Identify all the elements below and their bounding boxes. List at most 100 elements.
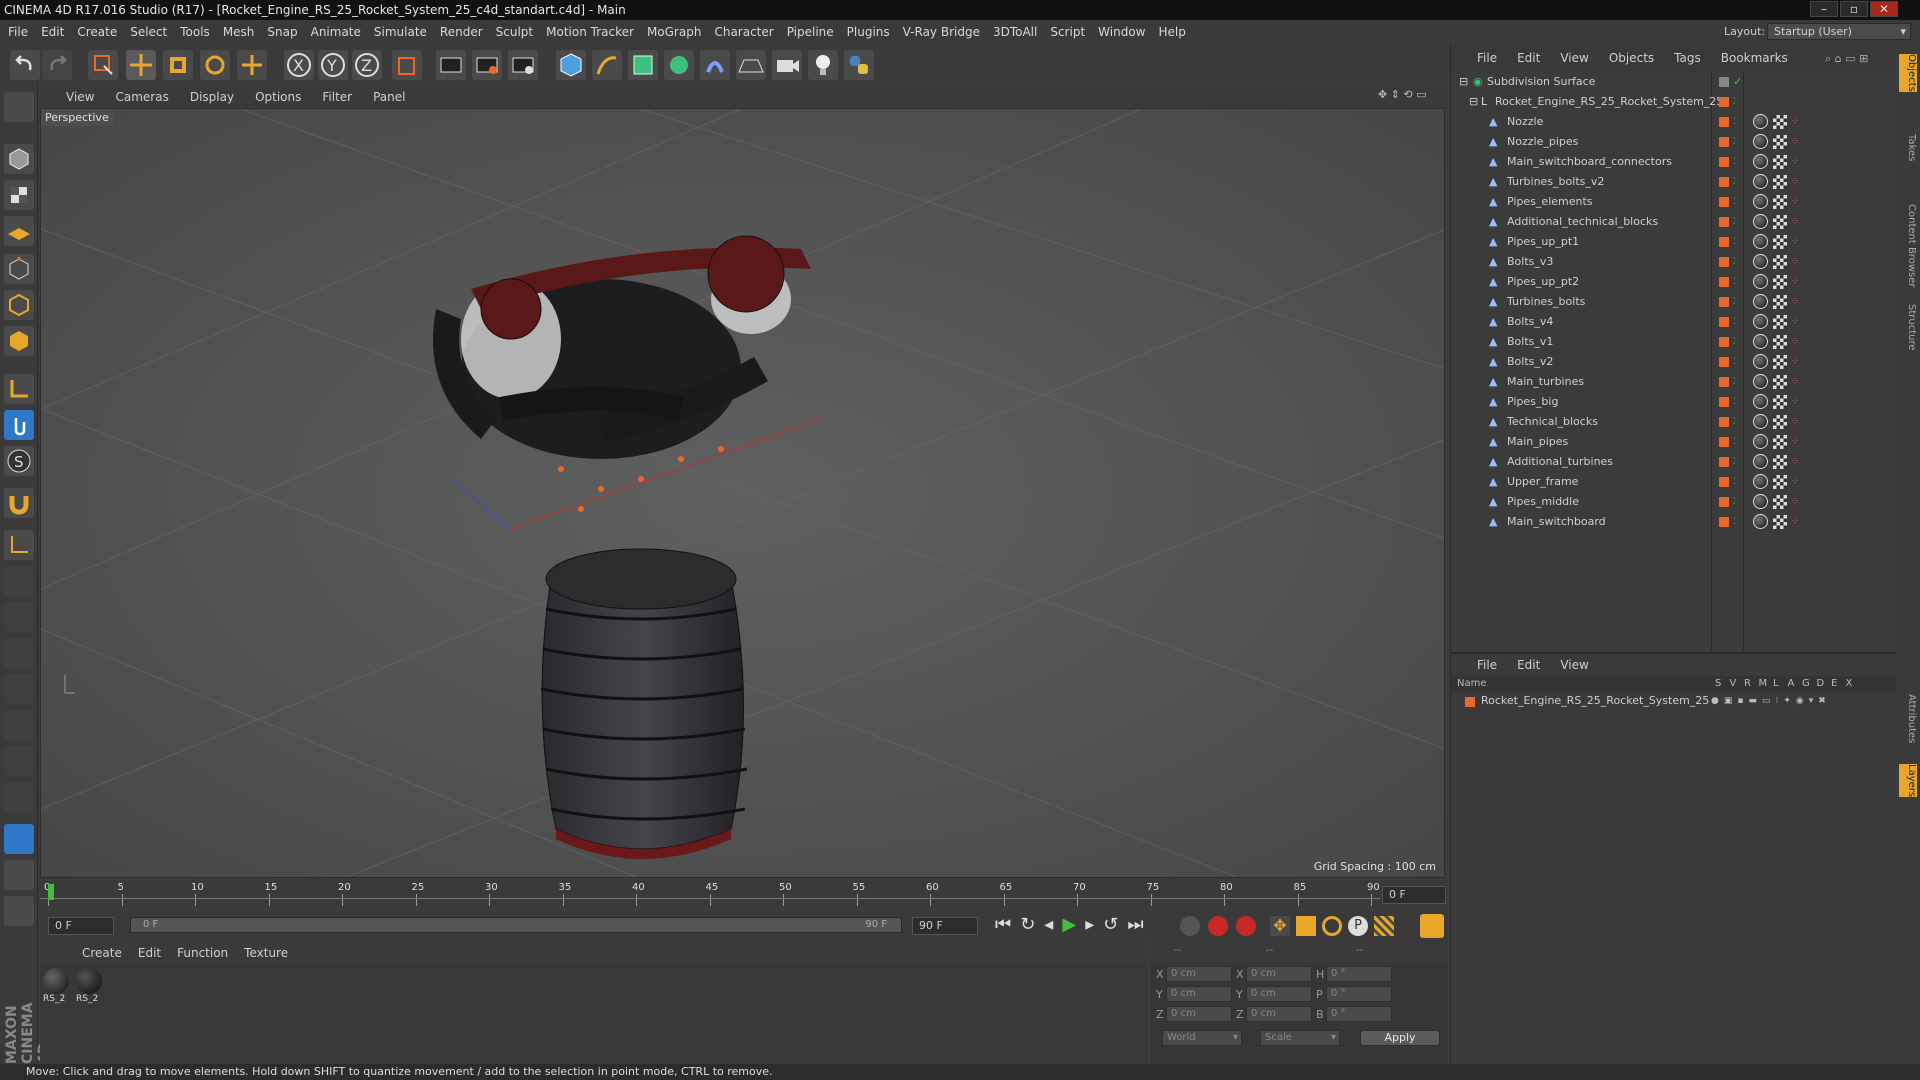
visibility-dots-icon[interactable]: ⁚ [1733, 192, 1736, 212]
object-row[interactable]: ▲ Additional_technical_blocks ⁚ ⁘ [1451, 212, 1897, 232]
viewport-nav-icons[interactable]: ✥ ⇕ ⟲ ▭ [1378, 88, 1427, 101]
texture-tag-icon[interactable] [1773, 515, 1787, 529]
material-tag-icon[interactable] [1753, 314, 1768, 329]
material-tag-icon[interactable] [1753, 454, 1768, 469]
layer-color-swatch[interactable] [1719, 357, 1729, 367]
menu-help[interactable]: Help [1158, 25, 1185, 39]
maximize-button[interactable]: ▫ [1840, 1, 1868, 17]
texture-tag-icon[interactable] [1773, 195, 1787, 209]
texture-tag-icon[interactable] [1773, 335, 1787, 349]
object-menu-file[interactable]: File [1477, 51, 1497, 65]
dots-tag-icon[interactable]: ⁘ [1791, 252, 1799, 272]
texture-tag-icon[interactable] [1773, 255, 1787, 269]
play-icon[interactable]: ▶ [1062, 914, 1085, 935]
object-row-root[interactable]: ⊟ ◉ Subdivision Surface ✓ [1451, 72, 1897, 92]
side-tab-content-browser[interactable]: Content Browser [1899, 204, 1917, 287]
layer-color-swatch[interactable] [1719, 137, 1729, 147]
polygons-mode-icon[interactable] [4, 326, 34, 356]
layer-color-swatch[interactable] [1719, 477, 1729, 487]
layer-color-swatch[interactable] [1719, 517, 1729, 527]
go-to-end-icon[interactable]: ⏭ [1127, 914, 1152, 935]
autokey-icon[interactable] [1236, 916, 1256, 936]
menu-window[interactable]: Window [1098, 25, 1145, 39]
dots-tag-icon[interactable]: ⁘ [1791, 412, 1799, 432]
coord-value-field[interactable]: 0 cm [1166, 1006, 1232, 1022]
layer-flag-d[interactable]: D [1817, 678, 1825, 689]
object-row[interactable]: ▲ Main_switchboard ⁚ ⁘ [1451, 512, 1897, 532]
edges-mode-icon[interactable] [4, 290, 34, 320]
menu-select[interactable]: Select [130, 25, 167, 39]
spiral-icon[interactable] [4, 860, 34, 890]
visibility-dots-icon[interactable]: ⁚ [1733, 232, 1736, 252]
visibility-dots-icon[interactable]: ⁚ [1733, 452, 1736, 472]
enabled-check-icon[interactable]: ✓ [1733, 72, 1742, 92]
material-menu-texture[interactable]: Texture [244, 946, 288, 960]
coord-value-field[interactable]: 0 cm [1166, 966, 1232, 982]
dots-tag-icon[interactable]: ⁘ [1791, 232, 1799, 252]
visibility-dots-icon[interactable]: ⁚ [1733, 392, 1736, 412]
layout-dropdown[interactable]: Startup (User) ▾ [1767, 23, 1911, 40]
texture-tag-icon[interactable] [1773, 455, 1787, 469]
side-tab-layers[interactable]: Layers [1899, 764, 1917, 798]
texture-tag-icon[interactable] [1773, 415, 1787, 429]
object-row[interactable]: ▲ Main_pipes ⁚ ⁘ [1451, 432, 1897, 452]
visibility-dots-icon[interactable]: ⁚ [1733, 252, 1736, 272]
menu-render[interactable]: Render [440, 25, 483, 39]
keyframe-param-icon[interactable]: P [1348, 916, 1368, 936]
menu-mesh[interactable]: Mesh [223, 25, 255, 39]
visibility-dots-icon[interactable]: ⁚ [1733, 92, 1736, 112]
keyframe-pla-icon[interactable] [1374, 916, 1394, 936]
layer-color-swatch[interactable] [1719, 217, 1729, 227]
bridge-tool-icon[interactable] [4, 782, 34, 812]
dots-tag-icon[interactable]: ⁘ [1791, 392, 1799, 412]
dots-tag-icon[interactable]: ⁘ [1791, 212, 1799, 232]
close-button[interactable]: ✕ [1870, 1, 1898, 17]
material-tag-icon[interactable] [1753, 394, 1768, 409]
material-tag-icon[interactable] [1753, 134, 1768, 149]
material-tag-icon[interactable] [1753, 254, 1768, 269]
home-icon[interactable]: ⌂ [1835, 52, 1842, 65]
layer-flag-v[interactable]: V [1730, 678, 1737, 689]
object-toolbar-icons[interactable]: ⌕ ⌂ ▭ ⊞ [1825, 52, 1868, 66]
object-row-group[interactable]: ⊟ L Rocket_Engine_RS_25_Rocket_System_25… [1451, 92, 1897, 112]
object-row[interactable]: ▲ Pipes_up_pt2 ⁚ ⁘ [1451, 272, 1897, 292]
axis-mode-icon[interactable] [4, 374, 34, 404]
coord-value-field[interactable]: 0 cm [1246, 966, 1312, 982]
material-tag-icon[interactable] [1753, 374, 1768, 389]
menu-tools[interactable]: Tools [180, 25, 210, 39]
render-settings-icon[interactable] [508, 50, 538, 80]
keyframe-rotate-icon[interactable] [1322, 916, 1342, 936]
layer-flag-e[interactable]: E [1831, 678, 1837, 689]
layer-flag-a[interactable]: A [1788, 678, 1795, 689]
layer-color-swatch[interactable] [1719, 77, 1729, 87]
end-frame-input[interactable]: 90 F [912, 917, 978, 935]
menu-mograph[interactable]: MoGraph [647, 25, 702, 39]
minimize-button[interactable]: – [1810, 1, 1838, 17]
material-menu-edit[interactable]: Edit [138, 946, 161, 960]
coord-system-dropdown[interactable]: World ▾ [1162, 1030, 1242, 1046]
object-row[interactable]: ▲ Turbines_bolts ⁚ ⁘ [1451, 292, 1897, 312]
live-selection-icon[interactable] [88, 50, 118, 80]
texture-tag-icon[interactable] [1773, 355, 1787, 369]
smooth-tool-icon[interactable] [4, 638, 34, 668]
scale-tool-icon[interactable] [163, 50, 193, 80]
solo-icon[interactable]: S [4, 446, 34, 476]
timeline-ruler[interactable]: 051015202530354045505560657075808590 0 F [40, 880, 1448, 910]
3d-viewport[interactable]: Perspective Grid Spacing : 100 cm [40, 108, 1445, 878]
material-tag-icon[interactable] [1753, 114, 1768, 129]
next-frame-icon[interactable]: ▸ [1085, 914, 1103, 935]
object-row[interactable]: ▲ Turbines_bolts_v2 ⁚ ⁘ [1451, 172, 1897, 192]
current-frame-input[interactable]: 0 F [48, 917, 114, 935]
material-tag-icon[interactable] [1753, 194, 1768, 209]
layer-menu-view[interactable]: View [1560, 658, 1588, 672]
visibility-dots-icon[interactable]: ⁚ [1733, 472, 1736, 492]
texture-tag-icon[interactable] [1773, 495, 1787, 509]
dots-tag-icon[interactable]: ⁘ [1791, 312, 1799, 332]
side-tab-takes[interactable]: Takes [1899, 134, 1917, 161]
frame-range-slider[interactable]: 0 F 90 F [130, 917, 902, 933]
menu-v-ray-bridge[interactable]: V-Ray Bridge [903, 25, 980, 39]
move-tool-icon[interactable] [126, 50, 156, 80]
dots-tag-icon[interactable]: ⁘ [1791, 192, 1799, 212]
layer-color-swatch[interactable] [1719, 277, 1729, 287]
cube-primitive-icon[interactable] [556, 50, 586, 80]
